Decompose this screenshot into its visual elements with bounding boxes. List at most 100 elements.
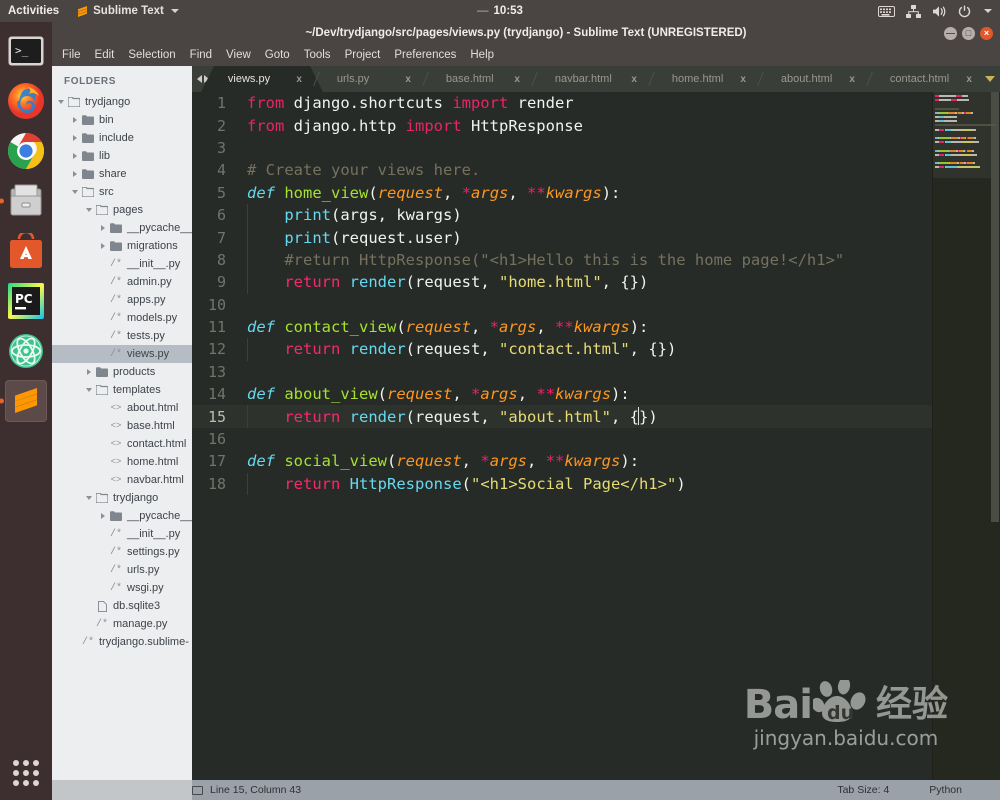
menu-item-preferences[interactable]: Preferences [394,49,456,61]
code-line[interactable]: 17 def social_view(request, *args, **kwar… [192,450,1000,472]
file-tree-item[interactable]: db.sqlite3 [52,597,192,615]
launcher-item-atom[interactable] [5,330,47,372]
chevron-right-icon[interactable] [70,171,80,177]
menu-item-view[interactable]: View [226,49,251,61]
file-tree-item[interactable]: /* __init__.py [52,525,192,543]
code-line[interactable]: 6 print(args, kwargs) [192,203,1000,227]
code-line[interactable]: 3 [192,137,1000,159]
chevron-right-icon[interactable] [98,243,108,249]
file-tree-item[interactable]: products [52,363,192,381]
code-line[interactable]: 12 return render(request, "contact.html"… [192,338,1000,361]
file-tree-item[interactable]: /* apps.py [52,291,192,309]
maximize-button[interactable]: □ [962,26,975,40]
menu-item-file[interactable]: File [62,49,81,61]
file-tree-item[interactable]: __pycache__ [52,219,192,237]
sidebar-file-tree[interactable]: FOLDERS trydjango bin include lib share src pa… [52,66,192,800]
tab-overflow-menu[interactable] [980,66,1000,92]
tab-home-html[interactable]: home.html x [657,66,754,92]
chevron-down-icon[interactable] [84,208,94,212]
file-tree-item[interactable]: /* admin.py [52,273,192,291]
code-area[interactable]: 1 from django.shortcuts import render 2 fro… [192,92,1000,780]
tab-contact-html[interactable]: contact.html x [875,66,980,92]
chevron-right-icon[interactable] [70,135,80,141]
tab-urls-py[interactable]: urls.py x [322,66,419,92]
code-line[interactable]: 1 from django.shortcuts import render [192,92,1000,114]
file-tree-item[interactable]: pages [52,201,192,219]
file-tree-item[interactable]: <> navbar.html [52,471,192,489]
code-line[interactable]: 16 [192,428,1000,450]
tab-close-icon[interactable]: x [966,74,972,85]
tab-close-icon[interactable]: x [740,74,746,85]
file-tree-item[interactable]: /* views.py [52,345,192,363]
show-applications-button[interactable] [13,760,39,786]
tab-about-html[interactable]: about.html x [766,66,863,92]
chevron-right-icon[interactable] [84,369,94,375]
file-tree-item[interactable]: src [52,183,192,201]
tab-close-icon[interactable]: x [514,74,520,85]
clock[interactable]: — 10:53 [0,5,1000,17]
launcher-item-ubuntu-software[interactable] [5,230,47,272]
code-line[interactable]: 10 [192,294,1000,316]
file-tree-item[interactable]: /* wsgi.py [52,579,192,597]
launcher-item-pycharm[interactable]: PC [5,280,47,322]
code-line[interactable]: 13 [192,361,1000,383]
menu-item-project[interactable]: Project [345,49,381,61]
file-tree-item[interactable]: /* models.py [52,309,192,327]
code-line[interactable]: 7 print(request.user) [192,226,1000,249]
code-line[interactable]: 5 def home_view(request, *args, **kwargs)… [192,182,1000,204]
file-tree-item[interactable]: include [52,129,192,147]
menu-item-goto[interactable]: Goto [265,49,290,61]
file-tree-item[interactable]: /* trydjango.sublime- [52,633,192,651]
close-button[interactable]: × [980,26,993,40]
file-tree-item[interactable]: <> base.html [52,417,192,435]
menu-item-selection[interactable]: Selection [128,49,175,61]
tab-close-icon[interactable]: x [849,74,855,85]
file-tree-item[interactable]: <> contact.html [52,435,192,453]
code-line[interactable]: 9 return render(request, "home.html", {}… [192,271,1000,294]
file-tree-item[interactable]: <> about.html [52,399,192,417]
chevron-right-icon[interactable] [70,153,80,159]
file-tree-item[interactable]: trydjango [52,489,192,507]
file-tree-item[interactable]: trydjango [52,93,192,111]
syntax-label[interactable]: Python [929,784,962,796]
chevron-right-icon[interactable] [98,513,108,519]
file-tree-item[interactable]: bin [52,111,192,129]
launcher-item-chrome[interactable] [5,130,47,172]
screen-icon[interactable] [192,785,203,795]
tab-close-icon[interactable]: x [405,74,411,85]
code-line[interactable]: 11 def contact_view(request, *args, **kwa… [192,316,1000,338]
file-tree-item[interactable]: lib [52,147,192,165]
tab-close-icon[interactable]: x [631,74,637,85]
file-tree-item[interactable]: /* settings.py [52,543,192,561]
menu-item-find[interactable]: Find [190,49,212,61]
file-tree-item[interactable]: /* tests.py [52,327,192,345]
launcher-item-files[interactable] [0,180,47,222]
code-line[interactable]: 18 return HttpResponse("<h1>Social Page<… [192,472,1000,496]
tab-close-icon[interactable]: x [296,74,302,85]
tab-views-py[interactable]: views.py x [200,66,323,92]
chevron-down-icon[interactable] [84,496,94,500]
code-line[interactable]: 8 #return HttpResponse("<h1>Hello this i… [192,248,1000,272]
launcher-item-firefox[interactable] [5,80,47,122]
file-tree-item[interactable]: /* manage.py [52,615,192,633]
menu-item-help[interactable]: Help [470,49,494,61]
launcher-item-sublime-text[interactable] [0,380,47,422]
tab-navbar-html[interactable]: navbar.html x [540,66,645,92]
minimap-viewport[interactable] [933,92,991,178]
code-line[interactable]: 4 # Create your views here. [192,159,1000,181]
code-line[interactable]: 2 from django.http import HttpResponse [192,114,1000,136]
chevron-down-icon[interactable] [56,100,66,104]
code-line[interactable]: 15 return render(request, "about.html", … [192,405,1000,428]
launcher-item-terminal[interactable]: >_ [5,30,47,72]
cursor-position[interactable]: Line 15, Column 43 [210,784,301,796]
tab-size-label[interactable]: Tab Size: 4 [837,784,889,796]
minimize-button[interactable]: — [944,26,957,40]
chevron-right-icon[interactable] [70,117,80,123]
file-tree-item[interactable]: share [52,165,192,183]
chevron-right-icon[interactable] [98,225,108,231]
file-tree-item[interactable]: __pycache__ [52,507,192,525]
minimap-scrollbar[interactable] [991,92,999,522]
menu-item-tools[interactable]: Tools [304,49,331,61]
chevron-down-icon[interactable] [84,388,94,392]
menu-item-edit[interactable]: Edit [95,49,115,61]
